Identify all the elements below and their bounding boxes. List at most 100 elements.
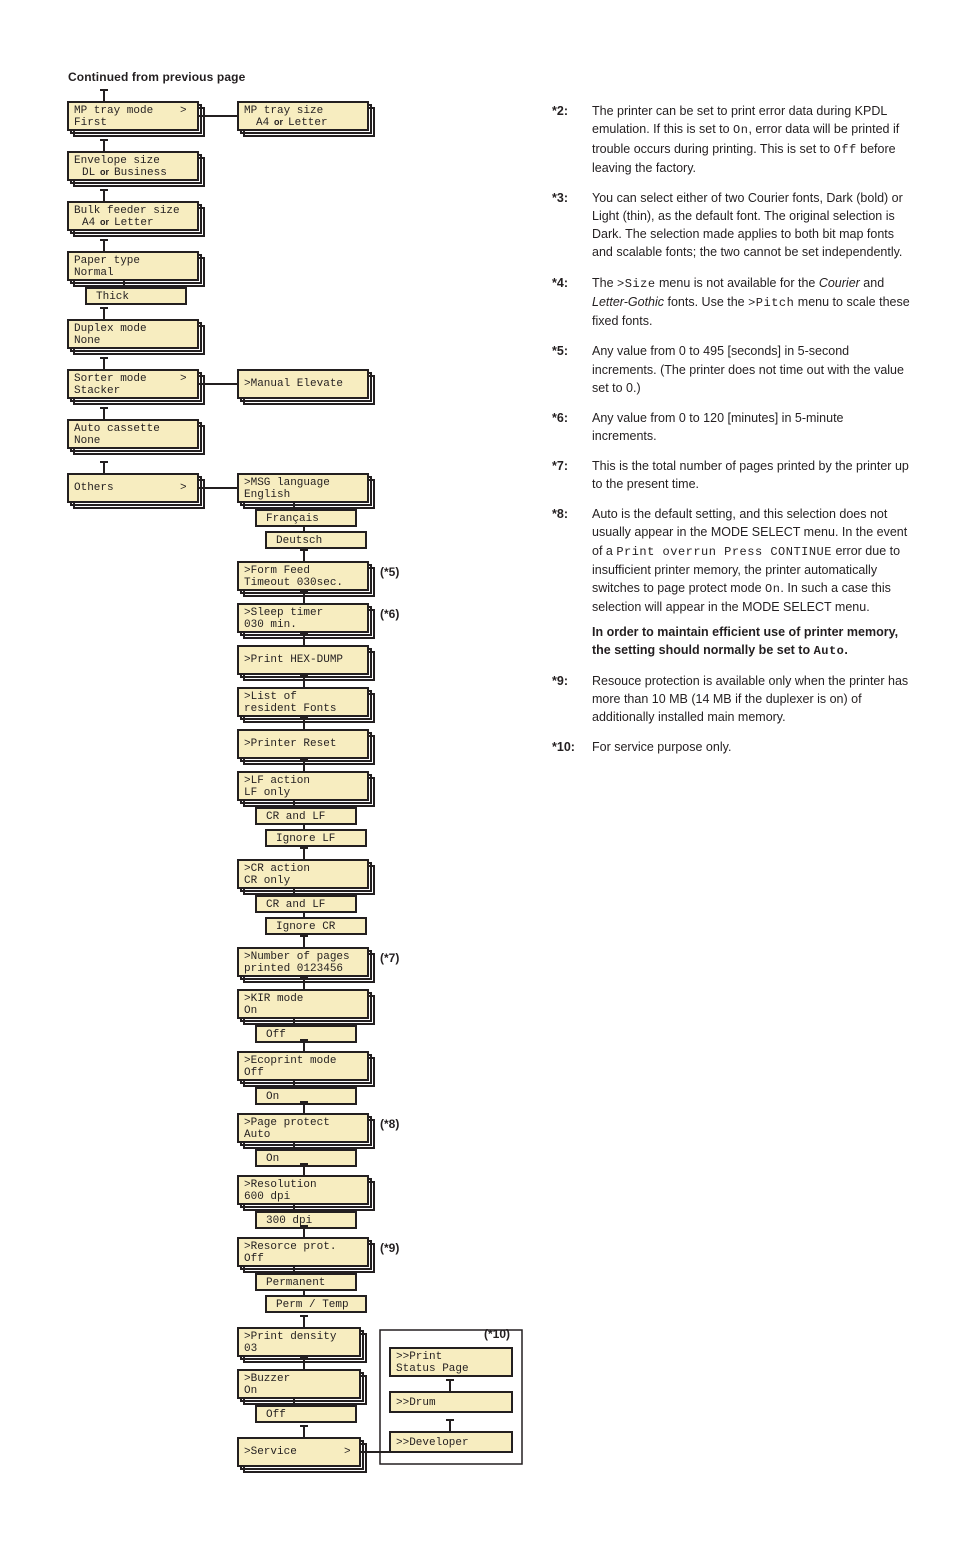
svg-text:>Number of pages: >Number of pages xyxy=(244,951,350,963)
svg-text:On: On xyxy=(266,1153,279,1165)
footnotes-column: *2: The printer can be set to print erro… xyxy=(552,102,910,769)
node-service-dev: >>Developer xyxy=(390,1420,512,1452)
svg-text:Français: Français xyxy=(266,513,319,525)
note-6: *6: Any value from 0 to 120 [minutes] in… xyxy=(552,409,910,445)
svg-text:Permanent: Permanent xyxy=(266,1277,325,1289)
node-listfonts: >List of resident Fonts xyxy=(238,676,374,722)
node-sleep-timer: >Sleep timer 030 min. (*6) xyxy=(238,592,399,638)
svg-text:>: > xyxy=(180,105,187,117)
svg-text:Timeout 030sec.: Timeout 030sec. xyxy=(244,577,343,589)
svg-text:Deutsch: Deutsch xyxy=(276,535,322,547)
node-envelope-size: Envelope size DL or Business xyxy=(68,140,204,186)
note-5: *5: Any value from 0 to 495 [seconds] in… xyxy=(552,342,910,396)
node-pages: >Number of pages printed 0123456 (*7) xyxy=(238,936,399,982)
svg-text:On: On xyxy=(244,1005,257,1017)
svg-text:>Print density: >Print density xyxy=(244,1331,337,1343)
svg-text:>MSG language: >MSG language xyxy=(244,477,330,489)
svg-text:>Resolution: >Resolution xyxy=(244,1179,317,1191)
svg-text:Thick: Thick xyxy=(96,291,129,303)
svg-text:030 min.: 030 min. xyxy=(244,619,297,631)
svg-text:>KIR mode: >KIR mode xyxy=(244,993,303,1005)
node-mp-tray-mode: MP tray mode First > MP tray size A4 or … xyxy=(68,90,374,136)
svg-text:>Buzzer: >Buzzer xyxy=(244,1373,290,1385)
svg-text:Off: Off xyxy=(266,1409,286,1421)
node-sorter: Sorter mode Stacker > >Manual Elevate xyxy=(68,358,374,404)
node-buzzer: >Buzzer On Off xyxy=(238,1358,366,1422)
node-pageprotect: >Page protect Auto (*8) On xyxy=(238,1102,399,1166)
svg-text:None: None xyxy=(74,435,100,447)
svg-text:>>Developer: >>Developer xyxy=(396,1437,469,1449)
svg-text:Normal: Normal xyxy=(74,267,114,279)
svg-text:MP tray size: MP tray size xyxy=(244,105,323,117)
svg-text:>Form Feed: >Form Feed xyxy=(244,565,310,577)
svg-text:or: or xyxy=(100,217,109,227)
svg-text:Stacker: Stacker xyxy=(74,385,120,397)
node-auto-cassette: Auto cassette None xyxy=(68,408,204,454)
svg-text:>: > xyxy=(180,482,187,494)
node-resolution: >Resolution 600 dpi 300 dpi xyxy=(238,1164,374,1228)
svg-text:Off: Off xyxy=(266,1029,286,1041)
svg-text:Business: Business xyxy=(114,167,167,179)
svg-text:printed 0123456: printed 0123456 xyxy=(244,963,343,975)
node-kir: >KIR mode On Off xyxy=(238,978,374,1042)
svg-text:Auto: Auto xyxy=(244,1129,270,1141)
svg-text:>LF action: >LF action xyxy=(244,775,310,787)
svg-text:>: > xyxy=(180,373,187,385)
node-service-drum: >>Drum xyxy=(390,1380,512,1412)
svg-text:600 dpi: 600 dpi xyxy=(244,1191,291,1203)
node-msg-language: >MSG language English Français Deutsch xyxy=(238,474,374,548)
svg-text:A4: A4 xyxy=(256,117,270,129)
svg-text:On: On xyxy=(244,1385,257,1397)
node-bulk-feeder: Bulk feeder size A4 or Letter xyxy=(68,190,204,236)
svg-text:>CR action: >CR action xyxy=(244,863,310,875)
svg-text:Sorter mode: Sorter mode xyxy=(74,373,147,385)
note-2: *2: The printer can be set to print erro… xyxy=(552,102,910,177)
svg-text:>: > xyxy=(344,1446,351,1458)
note-4: *4: The >Size menu is not available for … xyxy=(552,274,910,331)
svg-text:A4: A4 xyxy=(82,217,96,229)
svg-text:(*7): (*7) xyxy=(380,951,399,965)
node-duplex: Duplex mode None xyxy=(68,308,204,354)
svg-text:>>Print: >>Print xyxy=(396,1351,442,1363)
svg-text:>Manual Elevate: >Manual Elevate xyxy=(244,378,343,390)
svg-text:>Page protect: >Page protect xyxy=(244,1117,330,1129)
svg-text:>>Drum: >>Drum xyxy=(396,1397,436,1409)
svg-text:(*9): (*9) xyxy=(380,1241,399,1255)
svg-text:English: English xyxy=(244,489,290,501)
note-9: *9: Resouce protection is available only… xyxy=(552,672,910,726)
svg-text:>List of: >List of xyxy=(244,691,297,703)
svg-text:>Sleep timer: >Sleep timer xyxy=(244,607,323,619)
svg-text:Letter: Letter xyxy=(288,117,328,129)
svg-text:CR and LF: CR and LF xyxy=(266,811,325,823)
svg-text:MP tray mode: MP tray mode xyxy=(74,105,153,117)
node-hexdump: >Print HEX-DUMP xyxy=(238,634,374,680)
node-service: >Service > xyxy=(238,1426,390,1472)
svg-text:Others: Others xyxy=(74,482,114,494)
svg-text:(*6): (*6) xyxy=(380,607,399,621)
svg-text:>Ecoprint mode: >Ecoprint mode xyxy=(244,1055,336,1067)
svg-text:>Service: >Service xyxy=(244,1446,297,1458)
svg-text:(*5): (*5) xyxy=(380,565,399,579)
svg-text:(*8): (*8) xyxy=(380,1117,399,1131)
svg-text:resident Fonts: resident Fonts xyxy=(244,703,336,715)
node-cr-action: >CR action CR only CR and LF Ignore CR xyxy=(238,848,374,934)
svg-text:Auto cassette: Auto cassette xyxy=(74,423,160,435)
svg-text:Duplex mode: Duplex mode xyxy=(74,323,147,335)
svg-text:LF only: LF only xyxy=(244,787,291,799)
node-paper-type: Paper type Normal Thick xyxy=(68,240,204,304)
svg-text:CR and LF: CR and LF xyxy=(266,899,325,911)
svg-text:Envelope size: Envelope size xyxy=(74,155,160,167)
svg-text:CR only: CR only xyxy=(244,875,291,887)
svg-text:03: 03 xyxy=(244,1343,257,1355)
svg-text:>Print HEX-DUMP: >Print HEX-DUMP xyxy=(244,654,343,666)
svg-text:Paper type: Paper type xyxy=(74,255,140,267)
node-lf-action: >LF action LF only CR and LF Ignore LF xyxy=(238,760,374,846)
svg-text:Off: Off xyxy=(244,1067,264,1079)
note-3: *3: You can select either of two Courier… xyxy=(552,189,910,262)
svg-text:Letter: Letter xyxy=(114,217,154,229)
page-continued-heading: Continued from previous page xyxy=(68,70,910,84)
note-10: *10: For service purpose only. xyxy=(552,738,910,756)
node-resource-prot: >Resorce prot. Off (*9) Permanent Perm /… xyxy=(238,1226,399,1312)
svg-text:Bulk feeder size: Bulk feeder size xyxy=(74,205,180,217)
node-service-status: >>Print Status Page xyxy=(390,1348,512,1376)
